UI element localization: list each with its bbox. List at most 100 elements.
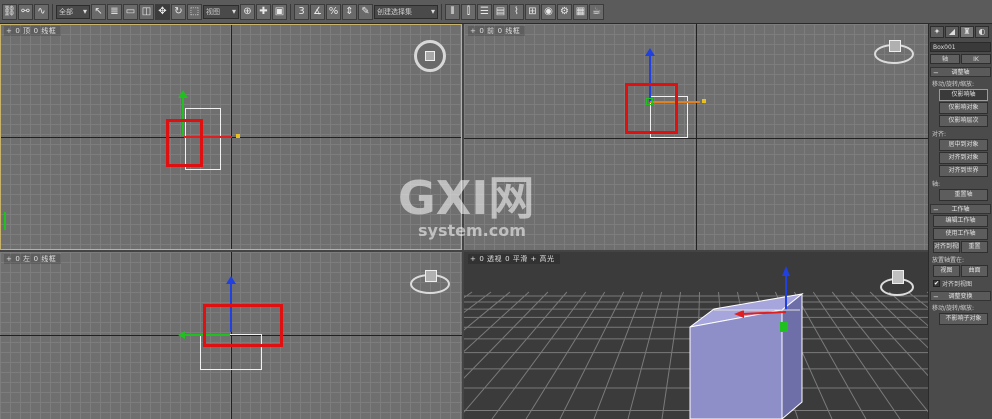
- main-toolbar: ⛓ ⚯ ∿ 全部 ↖ ≣ ▭ ◫ ✥ ↻ ⬚ 视图 ⊕ ✚ ▣ 3 ∡ % ⇕ …: [0, 0, 992, 24]
- angle-snap-icon[interactable]: ∡: [310, 3, 325, 20]
- gizmo-y-arrowhead: [178, 90, 188, 98]
- tab-pivot[interactable]: 轴: [930, 54, 960, 64]
- named-selection-value: 创建选择集: [377, 7, 412, 16]
- viewcube-face[interactable]: [892, 270, 904, 284]
- selection-filter-dropdown[interactable]: 全部: [56, 4, 90, 19]
- command-panel-tabs: ✦ ◢ ♜ ◐: [929, 24, 992, 40]
- place-pivot-row: 视图 曲面: [933, 265, 988, 277]
- world-axis-tripod: [4, 212, 6, 230]
- viewcube-face[interactable]: [425, 51, 435, 61]
- use-working-pivot-button[interactable]: 使用工作轴: [933, 228, 988, 240]
- rendered-frame-icon[interactable]: ▦: [573, 3, 588, 20]
- create-tab-icon[interactable]: ✦: [930, 26, 944, 38]
- tab-ik[interactable]: IK: [961, 54, 991, 64]
- curve-editor-icon[interactable]: ⌇: [509, 3, 524, 20]
- rollout-adjust-pivot[interactable]: 调整轴: [930, 67, 991, 78]
- select-manipulate-icon[interactable]: ✚: [256, 3, 271, 20]
- viewport-left-label[interactable]: +0 左 0 线框: [4, 254, 62, 264]
- layer-manager-icon[interactable]: ☰: [477, 3, 492, 20]
- unlink-icon[interactable]: ⚯: [18, 3, 33, 20]
- modify-tab-icon[interactable]: ◢: [945, 26, 959, 38]
- viewport-view-name[interactable]: 0 左: [15, 255, 30, 263]
- gizmo-x-end: [236, 134, 240, 138]
- viewport-top-label[interactable]: +0 顶 0 线框: [4, 26, 62, 36]
- box-front-face[interactable]: [689, 309, 783, 419]
- gizmo-x-end: [702, 99, 706, 103]
- viewport-front-label[interactable]: +0 前 0 线框: [468, 26, 526, 36]
- spinner-snap-icon[interactable]: ⇕: [342, 3, 357, 20]
- select-by-name-icon[interactable]: ≣: [107, 3, 122, 20]
- gizmo-y-arrowhead: [178, 331, 185, 339]
- align-to-view-checkbox-label: 对齐到视图: [942, 281, 973, 288]
- named-selection-dropdown[interactable]: 创建选择集: [374, 4, 438, 19]
- align-to-view-button[interactable]: 对齐到视图: [933, 241, 960, 253]
- edit-named-selection-icon[interactable]: ✎: [358, 3, 373, 20]
- place-view-button[interactable]: 视图: [933, 265, 960, 277]
- hierarchy-sub-tabs: 轴 IK: [930, 54, 991, 64]
- window-crossing-icon[interactable]: ◫: [139, 3, 154, 20]
- align-to-object-button[interactable]: 对齐到对象: [939, 152, 988, 164]
- pivot-center-icon[interactable]: ⊕: [240, 3, 255, 20]
- checkbox-mark[interactable]: ✔: [933, 280, 940, 287]
- rollout-working-pivot[interactable]: 工作轴: [930, 204, 991, 215]
- viewcube-front[interactable]: [874, 40, 914, 64]
- object-name-field[interactable]: Box001: [930, 42, 991, 52]
- viewport-menu-plus[interactable]: +: [6, 27, 12, 35]
- viewport-menu-plus[interactable]: +: [6, 255, 12, 263]
- reset-pivot-button[interactable]: 重置轴: [939, 189, 988, 201]
- gizmo-z-arrowhead: [226, 276, 236, 284]
- align-to-view-checkbox[interactable]: ✔ 对齐到视图: [933, 279, 988, 288]
- rollout-adjust-transform[interactable]: 调整变换: [930, 291, 991, 302]
- mirror-icon[interactable]: ⫴: [445, 3, 460, 20]
- home-grid-z-axis: [696, 24, 697, 250]
- select-rotate-icon[interactable]: ↻: [171, 3, 186, 20]
- align-to-world-button[interactable]: 对齐到世界: [939, 165, 988, 177]
- viewport-left[interactable]: +0 左 0 线框: [0, 252, 462, 419]
- viewcube-perspective[interactable]: [880, 270, 914, 296]
- ribbon-icon[interactable]: ▤: [493, 3, 508, 20]
- perspective-box-svg[interactable]: [464, 252, 928, 419]
- viewport-shading-mode[interactable]: 0 线框: [34, 255, 57, 263]
- center-to-object-button[interactable]: 居中到对象: [939, 139, 988, 151]
- motion-tab-icon[interactable]: ◐: [975, 26, 989, 38]
- material-editor-icon[interactable]: ◉: [541, 3, 556, 20]
- viewcube-face[interactable]: [425, 270, 437, 282]
- affect-object-only-button[interactable]: 仅影响对象: [939, 102, 988, 114]
- affect-pivot-only-button[interactable]: 仅影响轴: [939, 89, 988, 101]
- viewport-shading-mode[interactable]: 0 线框: [34, 27, 57, 35]
- schematic-view-icon[interactable]: ⊞: [525, 3, 540, 20]
- viewport-view-name[interactable]: 0 前: [479, 27, 494, 35]
- dont-affect-children-button[interactable]: 不影响子对象: [939, 313, 988, 325]
- select-object-icon[interactable]: ↖: [91, 3, 106, 20]
- select-scale-icon[interactable]: ⬚: [187, 3, 202, 20]
- snap-toggle-icon[interactable]: 3: [294, 3, 309, 20]
- render-setup-icon[interactable]: ⚙: [557, 3, 572, 20]
- keyboard-shortcut-icon[interactable]: ▣: [272, 3, 287, 20]
- place-surface-button[interactable]: 曲面: [961, 265, 988, 277]
- viewcube-top[interactable]: [414, 40, 446, 72]
- reset-button[interactable]: 重置: [961, 241, 988, 253]
- affect-hierarchy-only-button[interactable]: 仅影响层次: [939, 115, 988, 127]
- gizmo-y-axis[interactable]: [780, 322, 788, 332]
- viewport-top[interactable]: +0 顶 0 线框: [0, 24, 462, 250]
- group-label-pivot: 轴:: [932, 181, 941, 188]
- toolbar-separator: [441, 3, 442, 20]
- ref-coord-dropdown[interactable]: 视图: [203, 4, 239, 19]
- percent-snap-icon[interactable]: %: [326, 3, 341, 20]
- viewport-perspective[interactable]: +0 透视 0 平滑 + 高光: [464, 252, 928, 419]
- align-icon[interactable]: ⫿: [461, 3, 476, 20]
- viewport-view-name[interactable]: 0 顶: [15, 27, 30, 35]
- select-move-icon[interactable]: ✥: [155, 3, 170, 20]
- gizmo-z-arrowhead: [782, 266, 790, 276]
- gizmo-z-arrowhead: [645, 48, 655, 56]
- viewcube-left[interactable]: [410, 270, 450, 294]
- hierarchy-tab-icon[interactable]: ♜: [960, 26, 974, 38]
- rect-selection-icon[interactable]: ▭: [123, 3, 138, 20]
- viewport-shading-mode[interactable]: 0 线框: [498, 27, 521, 35]
- bind-space-warp-icon[interactable]: ∿: [34, 3, 49, 20]
- viewcube-face[interactable]: [889, 40, 901, 52]
- select-link-icon[interactable]: ⛓: [2, 3, 17, 20]
- viewport-menu-plus[interactable]: +: [470, 27, 476, 35]
- edit-working-pivot-button[interactable]: 编辑工作轴: [933, 215, 988, 227]
- render-icon[interactable]: ☕: [589, 3, 604, 20]
